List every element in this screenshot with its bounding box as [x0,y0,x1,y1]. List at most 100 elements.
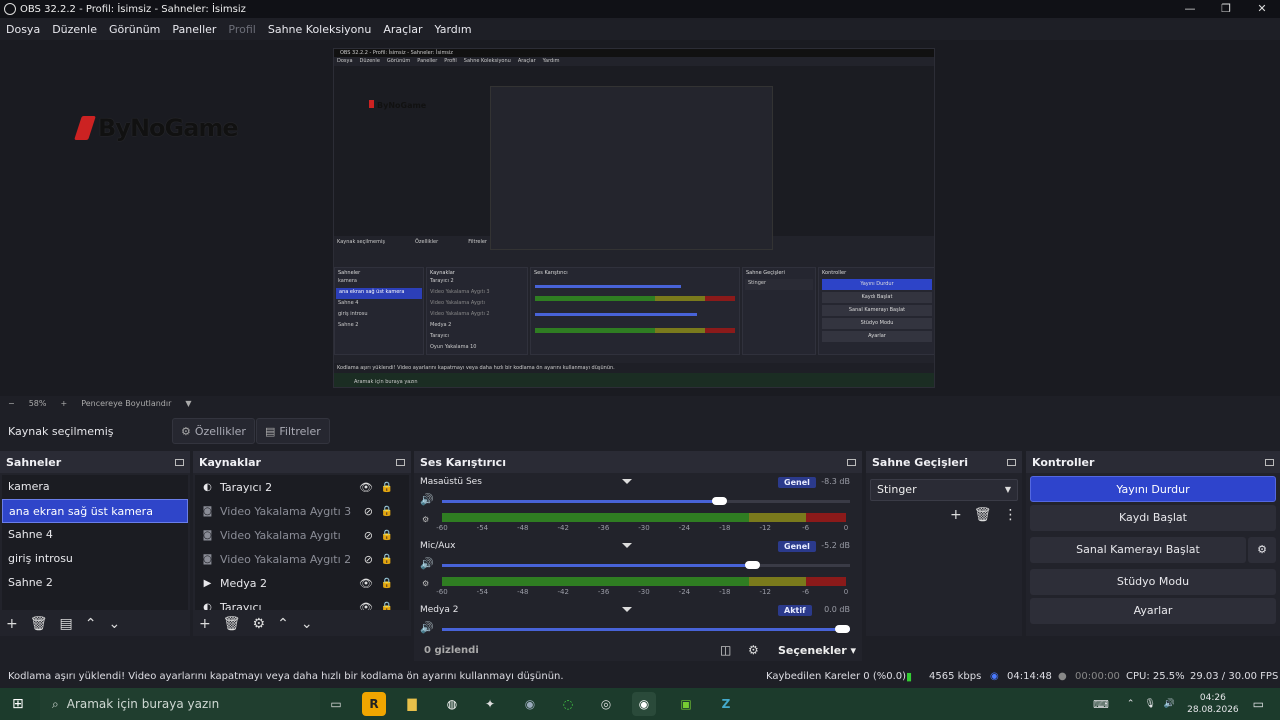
filters-button[interactable]: ▤ Filtreler [256,418,330,444]
menu-tools[interactable]: Araçlar [383,23,422,36]
move-down-icon[interactable]: ⌄ [301,616,313,632]
app-green-icon[interactable]: ◌ [556,692,580,716]
chevron-down-icon[interactable]: ▼ [185,399,191,408]
microphone-icon[interactable]: 🎙 [1144,699,1155,709]
discord-icon[interactable]: ◉ [518,692,542,716]
channel-config-icon[interactable]: ⚙ [422,515,429,524]
add-scene-button[interactable]: + [6,616,18,632]
chevron-down-icon[interactable] [622,607,632,612]
notifications-icon[interactable]: ▭ [1253,697,1264,711]
advanced-audio-icon[interactable]: ⚙ [748,643,759,657]
menu-file[interactable]: Dosya [6,23,40,36]
start-virtualcam-button[interactable]: Sanal Kamerayı Başlat [1030,537,1246,563]
start-recording-button[interactable]: Kaydı Başlat [1030,505,1276,531]
source-item[interactable]: ▶ Medya 2 👁 🔒 [195,571,409,595]
trash-icon[interactable]: 🗑 [30,616,48,632]
scene-item-selected[interactable]: ana ekran sağ üst kamera [2,499,188,523]
volume-slider[interactable] [442,497,850,505]
zoom-out-button[interactable]: − [8,399,15,408]
lock-icon[interactable]: 🔒 [381,530,393,541]
scene-item[interactable]: giriş introsu [2,547,188,571]
virtualcam-settings-gear-icon[interactable]: ⚙ [1248,537,1276,563]
channel-config-icon[interactable]: ⚙ [422,579,429,588]
eye-off-icon[interactable]: ⊘ [364,529,373,542]
menu-view[interactable]: Görünüm [109,23,160,36]
source-item[interactable]: ◐ Tarayıcı 2 👁 🔒 [195,475,409,499]
maximize-button[interactable]: ❐ [1208,0,1244,18]
eye-off-icon[interactable]: ⊘ [364,505,373,518]
obs-taskbar-icon[interactable]: ◉ [632,692,656,716]
trash-icon[interactable]: 🗑 [974,507,992,523]
eye-icon[interactable]: 👁 [359,577,373,590]
add-transition-button[interactable]: + [950,507,962,523]
nvidia-icon[interactable]: ▣ [674,692,698,716]
menu-docks[interactable]: Paneller [172,23,216,36]
file-explorer-icon[interactable]: ▇ [400,692,424,716]
scene-filters-icon[interactable]: ▤ [60,616,73,632]
scene-item[interactable]: Sahne 2 [2,571,188,595]
speaker-icon[interactable]: 🔊 [420,557,434,570]
source-item[interactable]: ◐ Tarayıcı 👁 🔒 [195,595,409,611]
windows-start-icon[interactable]: ⊞ [12,696,24,712]
lock-icon[interactable]: 🔒 [381,602,393,611]
stop-stream-button[interactable]: Yayını Durdur [1030,476,1276,502]
chevron-up-icon[interactable]: ⌃ [1127,699,1135,709]
undock-icon[interactable] [1265,458,1274,466]
settings-button[interactable]: Ayarlar [1030,598,1276,624]
undock-icon[interactable] [847,458,856,466]
move-down-icon[interactable]: ⌄ [108,616,120,632]
scene-item[interactable]: Sahne 4 [2,523,188,547]
lock-icon[interactable]: 🔒 [381,506,393,517]
undock-icon[interactable] [175,458,184,466]
minimize-button[interactable]: — [1172,0,1208,18]
volume-slider[interactable] [442,625,850,633]
mixer-options-button[interactable]: Seçenekler ▾ [778,644,856,657]
menu-help[interactable]: Yardım [435,23,472,36]
steam-icon[interactable]: ◎ [594,692,618,716]
undock-icon[interactable] [1007,458,1016,466]
app-r-icon[interactable]: R [362,692,386,716]
task-view-icon[interactable]: ▭ [324,692,348,716]
eye-off-icon[interactable]: ⊘ [364,553,373,566]
transition-select[interactable]: Stinger ▼ [870,479,1018,501]
volume-slider[interactable] [442,561,850,569]
lock-icon[interactable]: 🔒 [381,482,393,493]
menu-scene-collection[interactable]: Sahne Koleksiyonu [268,23,372,36]
speaker-icon[interactable]: 🔊 [1164,699,1175,709]
undock-icon[interactable] [396,458,405,466]
add-source-button[interactable]: + [199,616,211,632]
eye-icon[interactable]: 👁 [359,481,373,494]
menu-edit[interactable]: Düzenle [52,23,97,36]
menu-profile[interactable]: Profil [228,23,255,36]
lock-icon[interactable]: 🔒 [381,578,393,589]
hidden-count[interactable]: 0 gizlendi [424,645,479,656]
fit-to-window[interactable]: Pencereye Boyutlandır [81,399,171,408]
keyboard-icon[interactable]: ⌨ [1093,698,1109,711]
gear-icon[interactable]: ⚙ [253,616,266,632]
scene-item[interactable]: kamera [2,475,188,499]
layout-icon[interactable]: ◫ [720,643,731,657]
source-item[interactable]: ◙ Video Yakalama Aygıtı ⊘ 🔒 [195,523,409,547]
source-item[interactable]: ◙ Video Yakalama Aygıtı 2 ⊘ 🔒 [195,547,409,571]
move-up-icon[interactable]: ⌃ [85,616,97,632]
volume-knob[interactable] [745,561,761,569]
properties-button[interactable]: ⚙ Özellikler [172,418,255,444]
preview-canvas[interactable]: ByNoGame OBS 32.2.2 - Profil: İsimsiz - … [0,40,1280,396]
close-button[interactable]: ✕ [1244,0,1280,18]
zoom-in-button[interactable]: + [60,399,67,408]
chrome-icon[interactable]: ◍ [440,692,464,716]
speaker-icon[interactable]: 🔊 [420,493,434,506]
move-up-icon[interactable]: ⌃ [277,616,289,632]
app-icon[interactable]: ✦ [478,692,502,716]
chevron-down-icon[interactable] [622,543,632,548]
volume-knob[interactable] [712,497,728,505]
speaker-icon[interactable]: 🔊 [420,621,434,634]
eye-icon[interactable]: 👁 [359,601,373,611]
volume-knob[interactable] [835,625,850,633]
source-item[interactable]: ◙ Video Yakalama Aygıtı 3 ⊘ 🔒 [195,499,409,523]
more-icon[interactable]: ⋮ [1004,507,1018,523]
chevron-down-icon[interactable] [622,479,632,484]
app-blue-icon[interactable]: Z [714,692,738,716]
taskbar-search[interactable]: ⌕ Aramak için buraya yazın [40,688,320,720]
lock-icon[interactable]: 🔒 [381,554,393,565]
